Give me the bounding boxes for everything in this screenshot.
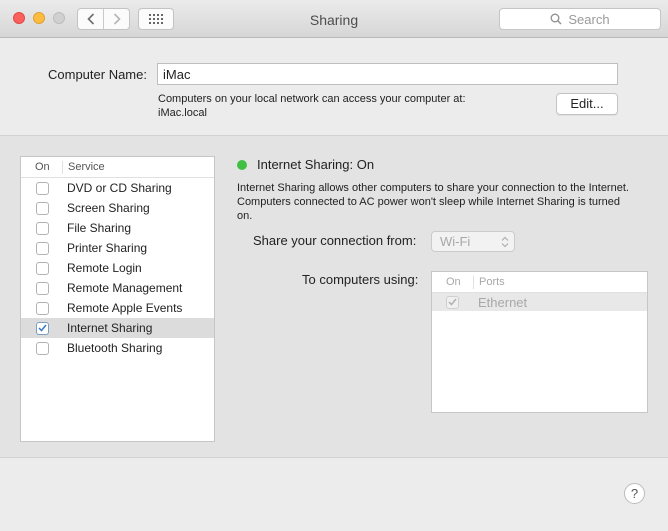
- service-checkbox[interactable]: [36, 181, 49, 195]
- service-label: DVD or CD Sharing: [67, 181, 172, 195]
- service-label: Screen Sharing: [67, 201, 150, 215]
- ports-table-header: On Ports: [432, 272, 647, 293]
- local-hostname: iMac.local: [158, 107, 207, 119]
- service-status-title: Internet Sharing: On: [257, 157, 375, 172]
- service-row[interactable]: DVD or CD Sharing: [21, 178, 214, 198]
- ports-table: On Ports Ethernet: [431, 271, 648, 413]
- column-header-ports[interactable]: Ports: [474, 276, 505, 288]
- status-indicator: [237, 160, 247, 170]
- service-row[interactable]: Bluetooth Sharing: [21, 338, 214, 358]
- search-icon: [550, 13, 562, 25]
- services-section: On Service DVD or CD Sharing Screen Shari…: [0, 135, 668, 458]
- service-checkbox[interactable]: [36, 301, 49, 315]
- help-button[interactable]: ?: [624, 483, 645, 504]
- service-row[interactable]: Remote Apple Events: [21, 298, 214, 318]
- computer-name-section: Computer Name: iMac Computers on your lo…: [0, 39, 668, 135]
- services-table: On Service DVD or CD Sharing Screen Shari…: [20, 156, 215, 442]
- computer-name-description: Computers on your local network can acce…: [158, 92, 538, 120]
- service-label: Internet Sharing: [67, 321, 153, 335]
- service-checkbox[interactable]: [36, 321, 49, 335]
- checkmark-icon: [38, 324, 47, 332]
- service-label: Bluetooth Sharing: [67, 341, 163, 355]
- title-bar: Sharing Search: [0, 0, 668, 38]
- service-row[interactable]: Internet Sharing: [21, 318, 214, 338]
- column-header-on[interactable]: On: [432, 275, 474, 289]
- column-header-on[interactable]: On: [21, 160, 63, 174]
- service-label: Remote Apple Events: [67, 301, 183, 315]
- service-checkbox[interactable]: [36, 221, 49, 235]
- port-row: Ethernet: [432, 293, 647, 311]
- service-row[interactable]: Remote Login: [21, 258, 214, 278]
- to-computers-label: To computers using:: [302, 272, 419, 287]
- service-row[interactable]: Screen Sharing: [21, 198, 214, 218]
- share-connection-value: Wi-Fi: [440, 234, 471, 249]
- service-checkbox[interactable]: [36, 261, 49, 275]
- computer-name-label: Computer Name:: [48, 67, 147, 82]
- checkmark-icon: [448, 298, 457, 306]
- computer-name-input[interactable]: iMac: [157, 63, 618, 85]
- service-label: File Sharing: [67, 221, 132, 235]
- services-table-header: On Service: [21, 157, 214, 178]
- service-checkbox[interactable]: [36, 241, 49, 255]
- popup-arrows-icon: [501, 236, 509, 248]
- service-checkbox[interactable]: [36, 341, 49, 355]
- service-checkbox[interactable]: [36, 281, 49, 295]
- service-row[interactable]: Printer Sharing: [21, 238, 214, 258]
- service-description: Internet Sharing allows other computers …: [237, 182, 629, 222]
- search-field[interactable]: Search: [499, 8, 661, 30]
- service-label: Printer Sharing: [67, 241, 148, 255]
- edit-button[interactable]: Edit...: [556, 93, 618, 115]
- service-row[interactable]: Remote Management: [21, 278, 214, 298]
- network-address-text: Computers on your local network can acce…: [158, 93, 466, 105]
- port-label: Ethernet: [478, 294, 528, 310]
- service-label: Remote Management: [67, 281, 183, 295]
- service-checkbox[interactable]: [36, 201, 49, 215]
- service-label: Remote Login: [67, 261, 142, 275]
- search-placeholder: Search: [568, 11, 610, 27]
- service-row[interactable]: File Sharing: [21, 218, 214, 238]
- port-checkbox: [446, 295, 459, 309]
- column-header-service[interactable]: Service: [63, 161, 105, 173]
- share-connection-popup[interactable]: Wi-Fi: [431, 231, 515, 252]
- share-connection-label: Share your connection from:: [253, 233, 417, 248]
